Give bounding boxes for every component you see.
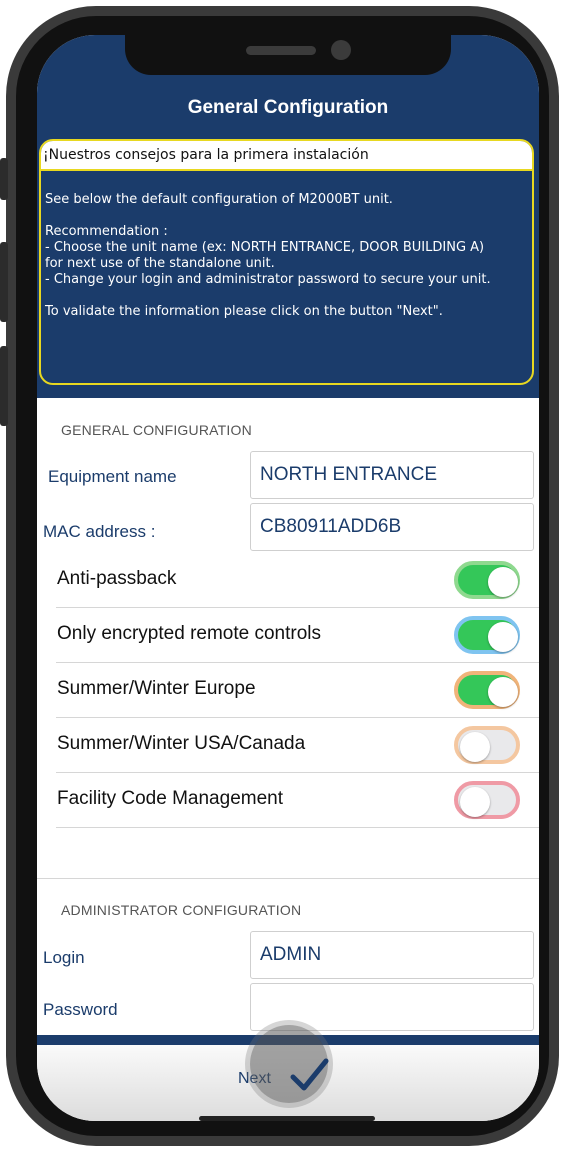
mac-address-input[interactable]: CB80911ADD6B xyxy=(250,503,534,551)
tips-banner: ¡Nuestros consejos para la primera insta… xyxy=(39,139,534,385)
login-label: Login xyxy=(43,948,85,967)
mute-switch xyxy=(0,158,8,200)
volume-up-button xyxy=(0,242,8,322)
banner-line: To validate the information please click… xyxy=(45,304,443,319)
summer-winter-usa-toggle[interactable] xyxy=(454,726,520,764)
toggle-knob xyxy=(460,787,490,817)
equipment-name-label: Equipment name xyxy=(48,467,177,486)
notch xyxy=(125,35,451,75)
banner-line: - Change your login and administrator pa… xyxy=(45,272,491,287)
password-label: Password xyxy=(43,1000,118,1019)
password-input[interactable] xyxy=(250,983,534,1031)
summer-winter-europe-toggle[interactable] xyxy=(454,671,520,709)
general-section-label: GENERAL CONFIGURATION xyxy=(61,422,252,438)
home-indicator xyxy=(199,1116,375,1121)
screen: General Configuration ¡Nuestros consejos… xyxy=(37,35,539,1121)
banner-title: ¡Nuestros consejos para la primera insta… xyxy=(41,141,532,171)
toggle-knob xyxy=(488,677,518,707)
toggle-label: Anti-passback xyxy=(57,568,177,589)
toggle-label: Summer/Winter Europe xyxy=(57,678,256,699)
banner-text: See below the default configuration of M… xyxy=(41,171,532,320)
banner-line xyxy=(45,208,532,224)
speaker-grille xyxy=(246,46,316,55)
banner-line: for next use of the standalone unit. xyxy=(45,256,275,271)
toggle-row-facility-code: Facility Code Management xyxy=(56,773,539,828)
toggle-knob xyxy=(488,567,518,597)
front-camera xyxy=(331,40,351,60)
toggle-row-anti-passback: Anti-passback xyxy=(56,553,539,608)
banner-line: Recommendation : xyxy=(45,224,168,239)
mac-address-label: MAC address : xyxy=(43,522,156,541)
anti-passback-toggle[interactable] xyxy=(454,561,520,599)
toggle-knob xyxy=(488,622,518,652)
page-title: General Configuration xyxy=(187,97,389,118)
toggle-row-summer-winter-europe: Summer/Winter Europe xyxy=(56,663,539,718)
equipment-name-input[interactable]: NORTH ENTRANCE xyxy=(250,451,534,499)
facility-code-toggle[interactable] xyxy=(454,781,520,819)
header: General Configuration ¡Nuestros consejos… xyxy=(37,35,539,398)
login-input[interactable]: ADMIN xyxy=(250,931,534,979)
banner-line: - Choose the unit name (ex: NORTH ENTRAN… xyxy=(45,240,485,255)
encrypted-remotes-toggle[interactable] xyxy=(454,616,520,654)
volume-down-button xyxy=(0,346,8,426)
toggle-row-summer-winter-usa: Summer/Winter USA/Canada xyxy=(56,718,539,773)
toggle-row-encrypted-remotes: Only encrypted remote controls xyxy=(56,608,539,663)
toggle-label: Summer/Winter USA/Canada xyxy=(57,733,306,754)
section-divider xyxy=(37,878,539,879)
admin-section-label: ADMINISTRATOR CONFIGURATION xyxy=(61,902,302,918)
toggle-label: Only encrypted remote controls xyxy=(57,623,322,644)
toggle-label: Facility Code Management xyxy=(57,788,283,809)
banner-line: See below the default configuration of M… xyxy=(45,192,393,207)
checkmark-icon[interactable] xyxy=(289,1057,329,1093)
banner-line xyxy=(45,288,532,304)
toggle-knob xyxy=(460,732,490,762)
